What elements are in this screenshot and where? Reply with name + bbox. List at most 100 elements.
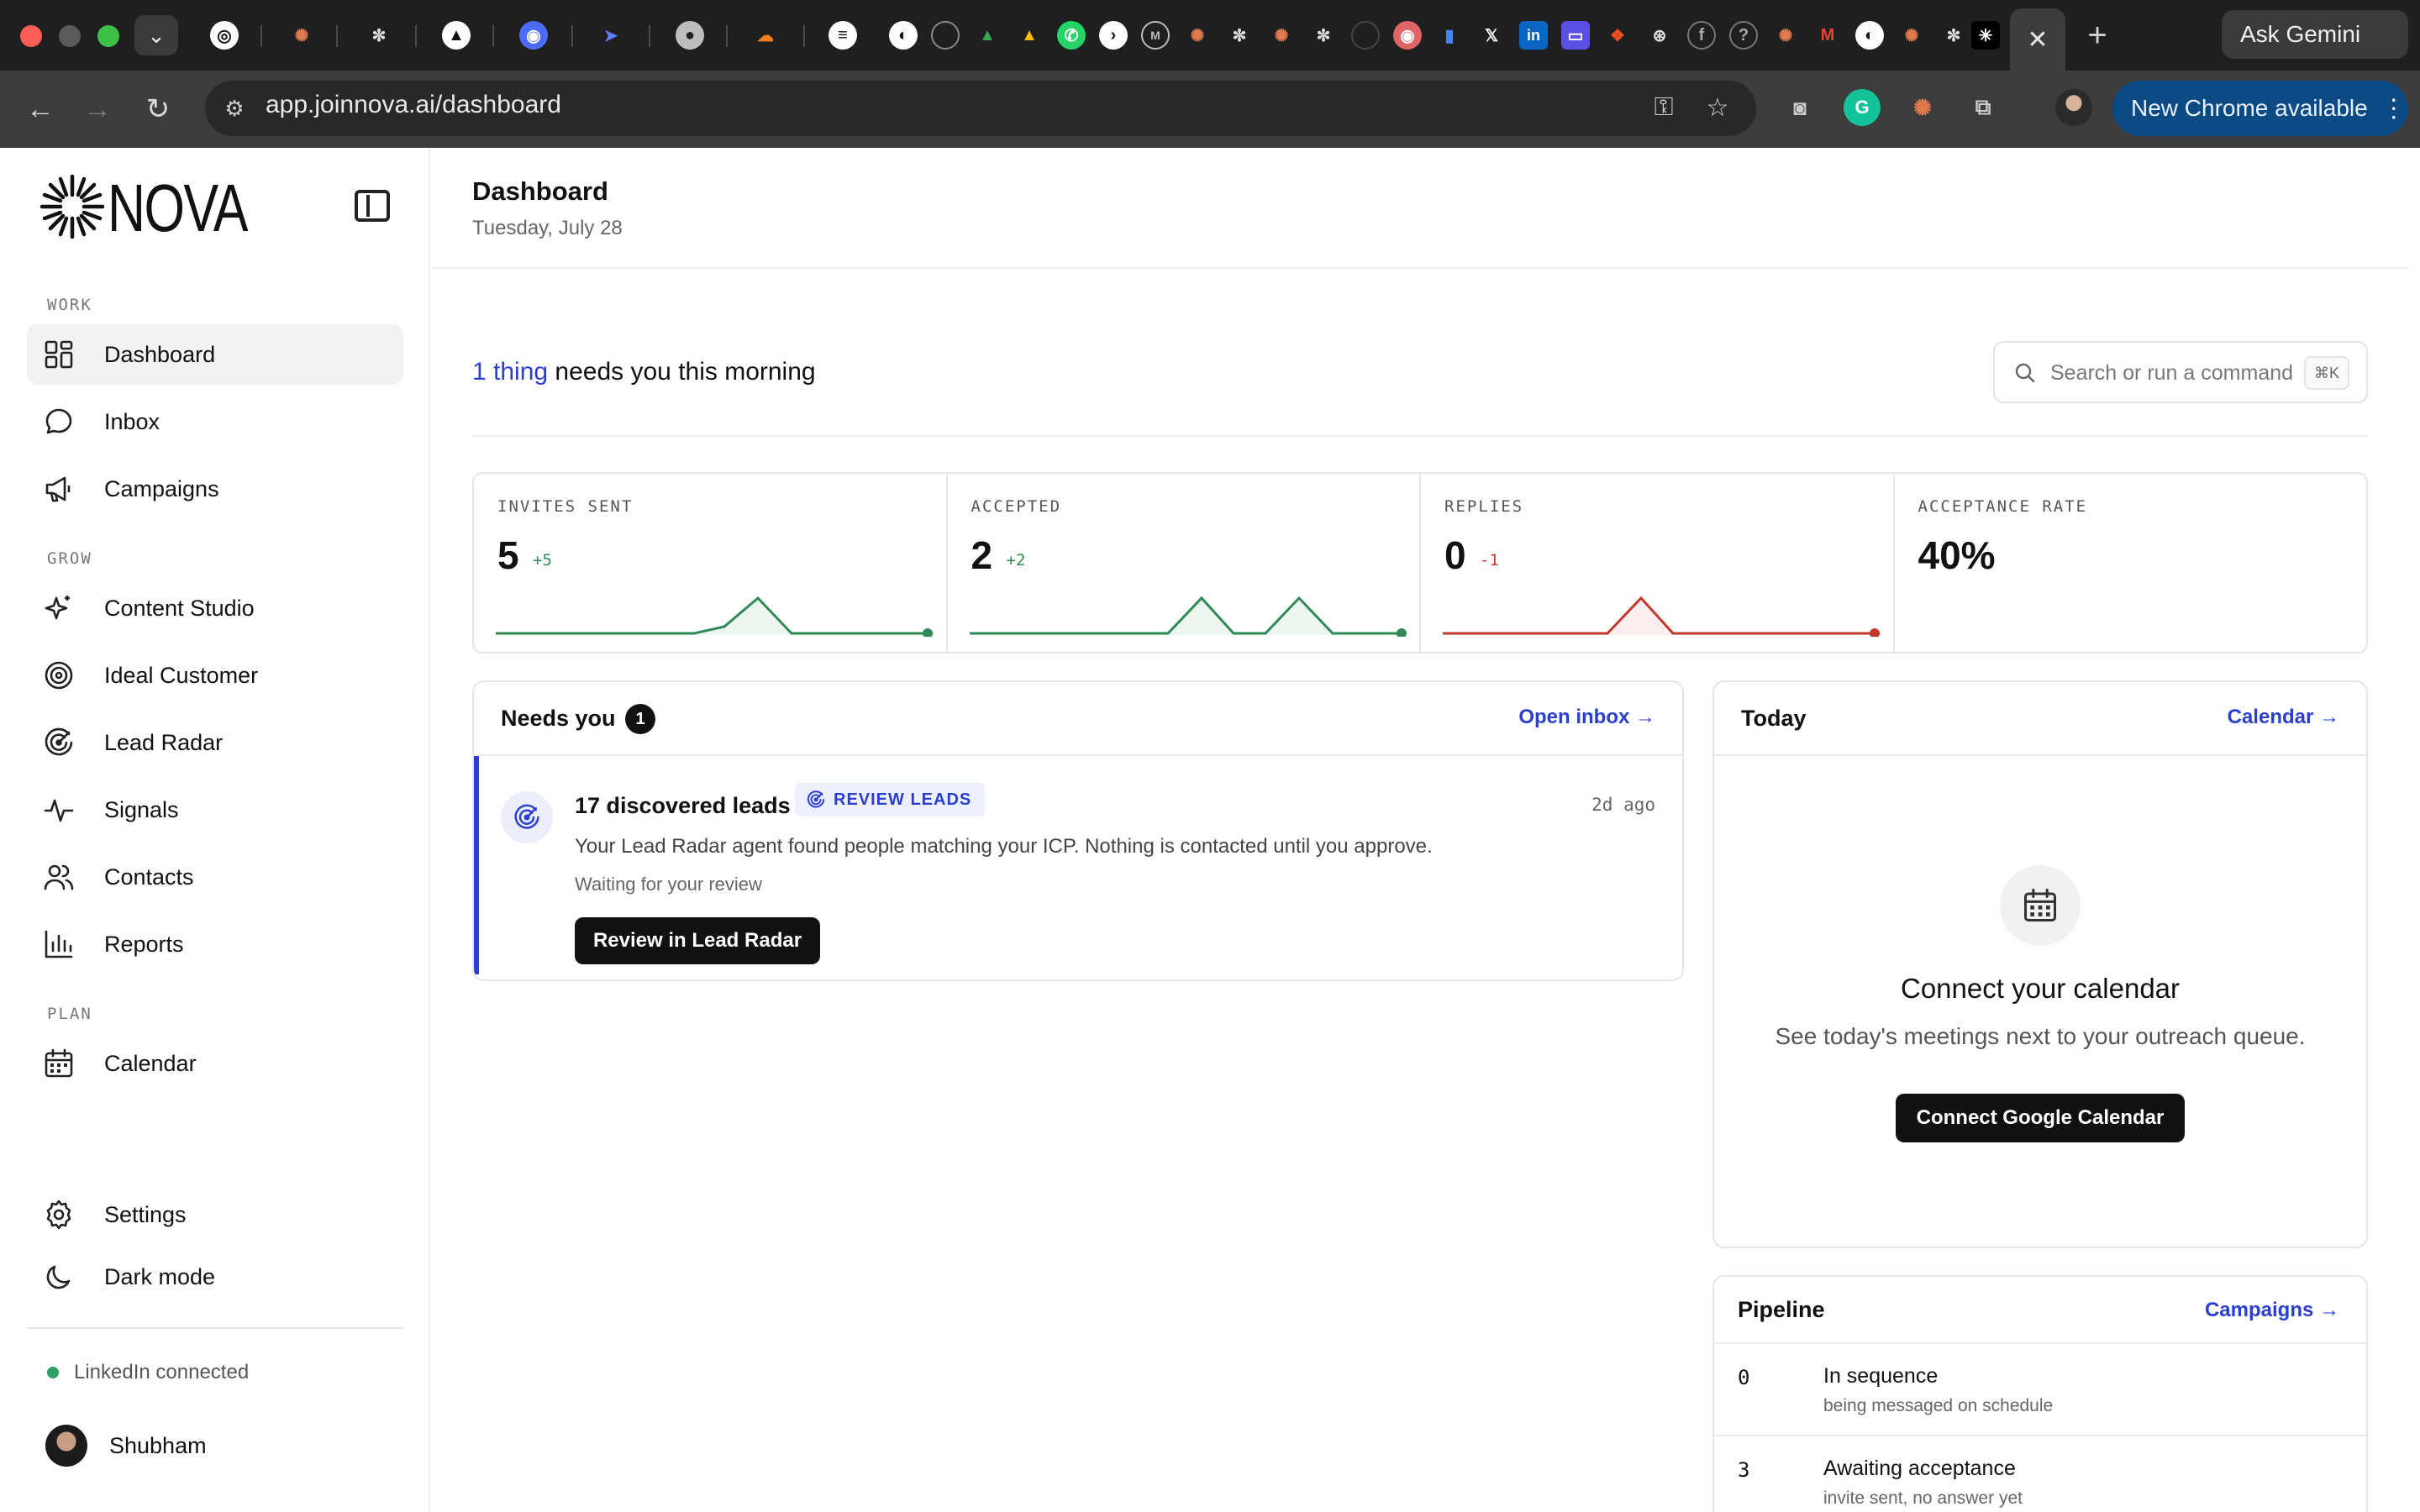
tab-favicon-triangle[interactable]: ▲ [442, 21, 471, 50]
reload-icon[interactable]: ↻ [136, 87, 180, 131]
stat-invites-sent: INVITES SENT 5 +5 [474, 474, 948, 652]
claude-extension-icon[interactable]: ✺ [1904, 89, 1941, 126]
open-inbox-link[interactable]: Open inbox → [1518, 706, 1655, 729]
section-label-work: WORK [47, 296, 92, 314]
stat-label: ACCEPTANCE RATE [1918, 497, 2088, 516]
ask-gemini-button[interactable]: ✦ Ask Gemini [2222, 10, 2408, 146]
table-row[interactable]: 3 Awaiting acceptance invite sent, no an… [1714, 1436, 2366, 1512]
pipeline-count: 3 [1738, 1458, 1750, 1482]
stat-delta: -1 [1480, 551, 1499, 570]
sidebar-item-contacts[interactable]: Contacts [27, 847, 403, 907]
profile-avatar[interactable] [2055, 89, 2092, 126]
active-tab-close-icon[interactable]: ✕ [2010, 8, 2065, 71]
sidebar-item-label: Lead Radar [104, 729, 224, 755]
review-in-lead-radar-button[interactable]: Review in Lead Radar [575, 917, 820, 964]
card-header: Pipeline Campaigns → [1714, 1277, 2366, 1344]
table-row[interactable]: 0 In sequence being messaged on schedule [1714, 1344, 2366, 1436]
tab-favicon-app[interactable]: ◉ [519, 21, 548, 50]
tab-favicon-claude-3[interactable]: ✺ [1267, 21, 1296, 50]
extensions-puzzle-icon[interactable]: ⧉ [1965, 89, 2002, 126]
tab-favicon-circle[interactable]: f [1687, 21, 1716, 50]
stat-label: ACCEPTED [971, 497, 1062, 516]
forward-arrow-icon[interactable]: → [76, 87, 119, 131]
tab-favicon-analytics[interactable]: ▮ [1435, 21, 1464, 50]
url-text[interactable]: app.joinnova.ai/dashboard [266, 91, 561, 119]
tab-favicon-medium[interactable]: M [1141, 21, 1170, 50]
tab-search-button[interactable]: ⌄ [134, 15, 178, 55]
close-window-button[interactable] [20, 25, 42, 47]
sidebar-item-ideal-customer[interactable]: Ideal Customer [27, 645, 403, 706]
tab-favicon-question[interactable]: ? [1729, 21, 1758, 50]
grammarly-extension-icon[interactable]: G [1844, 89, 1881, 126]
tab-favicon-gmail[interactable]: M [1813, 21, 1842, 50]
kebab-menu-icon: ⋮ [2381, 94, 2407, 123]
sidebar-item-lead-radar[interactable]: Lead Radar [27, 712, 403, 773]
connect-google-calendar-button[interactable]: Connect Google Calendar [1896, 1094, 2185, 1142]
tab-favicon-red[interactable]: ◉ [1393, 21, 1422, 50]
new-chrome-available-button[interactable]: New Chrome available ⋮ [2112, 81, 2408, 136]
tab-favicon-perplexity-3[interactable]: ✼ [1309, 21, 1338, 50]
tab-favicon-send[interactable]: ➤ [597, 21, 625, 50]
new-chrome-label: New Chrome available [2131, 95, 2368, 121]
sidebar-item-campaigns[interactable]: Campaigns [27, 459, 403, 519]
tab-favicon-openai[interactable]: ◎ [210, 21, 239, 50]
campaigns-link[interactable]: Campaigns → [2205, 1299, 2339, 1322]
command-search-input[interactable]: Search or run a command ⌘K [1993, 341, 2368, 403]
tab-favicon-drive-2[interactable]: ▲ [1015, 21, 1044, 50]
maximize-window-button[interactable] [97, 25, 119, 47]
sidebar-item-label: Settings [104, 1201, 187, 1227]
tab-favicon-claude-2[interactable]: ✺ [1183, 21, 1212, 50]
password-key-icon[interactable]: ⚿ [1647, 91, 1681, 124]
list-item[interactable]: 17 discovered leads REVIEW LEADS 2d ago … [474, 756, 1682, 974]
tab-favicon-disc[interactable]: ≡ [829, 21, 857, 50]
tab-favicon-grey[interactable]: ● [676, 21, 704, 50]
sidebar-item-dashboard[interactable]: Dashboard [27, 324, 403, 385]
tab-favicon-linkedin[interactable]: in [1519, 21, 1548, 50]
tab-favicon-perplexity-4[interactable]: ✼ [1939, 21, 1968, 50]
sidebar-item-label: Dark mode [104, 1263, 216, 1289]
needs-you-card: Needs you 1 Open inbox → 17 discovered l… [472, 680, 1684, 981]
tab-favicon-openai-2[interactable]: ⊛ [1645, 21, 1674, 50]
sidebar-item-content-studio[interactable]: Content Studio [27, 578, 403, 638]
tab-favicon-figma[interactable]: ❖ [1603, 21, 1632, 50]
calendar-link[interactable]: Calendar → [2228, 706, 2339, 729]
stat-label: REPLIES [1444, 497, 1524, 516]
camera-extension-icon[interactable]: ◙ [1781, 89, 1818, 126]
tab-favicon-github-2[interactable]: ◐ [1855, 21, 1884, 50]
tab-favicon-cloudflare[interactable]: ☁ [751, 21, 780, 50]
tab-favicon-dark[interactable] [1351, 21, 1380, 50]
collapse-sidebar-icon[interactable] [355, 190, 390, 222]
new-tab-button[interactable]: + [2079, 15, 2116, 55]
tab-favicon-claude-4[interactable]: ✺ [1771, 21, 1800, 50]
sidebar-item-inbox[interactable]: Inbox [27, 391, 403, 452]
sidebar-divider [27, 1327, 403, 1329]
stat-replies: REPLIES 0 -1 [1421, 474, 1895, 652]
tab-favicon-claude[interactable]: ✺ [287, 21, 316, 50]
site-info-icon[interactable]: ⚙ [220, 94, 249, 123]
tab-favicon-purple[interactable]: ▭ [1561, 21, 1590, 50]
tab-favicon-drive[interactable]: ▲ [973, 21, 1002, 50]
nova-logo-text: NOVA [108, 171, 249, 245]
headline-highlight[interactable]: 1 thing [472, 358, 548, 386]
sidebar-item-reports[interactable]: Reports [27, 914, 403, 974]
moon-icon [46, 1265, 71, 1289]
sidebar-item-signals[interactable]: Signals [27, 780, 403, 840]
sidebar-item-dark-mode[interactable]: Dark mode [27, 1247, 403, 1307]
back-arrow-icon[interactable]: ← [18, 87, 62, 131]
card-title: Today [1741, 706, 1807, 731]
sidebar-item-calendar[interactable]: Calendar [27, 1033, 403, 1094]
tab-favicon-arrow[interactable]: › [1099, 21, 1128, 50]
minimize-window-button[interactable] [59, 25, 81, 47]
tab-favicon-loading[interactable] [931, 21, 960, 50]
tab-favicon-nova[interactable]: ✳ [1971, 21, 2000, 50]
tab-favicon-perplexity[interactable]: ✼ [365, 21, 393, 50]
sidebar-item-settings[interactable]: Settings [27, 1184, 403, 1245]
user-menu[interactable]: Shubham [45, 1425, 207, 1467]
tab-favicon-claude-5[interactable]: ✺ [1897, 21, 1926, 50]
tab-favicon-x[interactable]: 𝕏 [1477, 21, 1506, 50]
tab-favicon-github[interactable]: ◐ [889, 21, 918, 50]
tab-favicon-perplexity-2[interactable]: ✼ [1225, 21, 1254, 50]
empty-state-title: Connect your calendar [1900, 973, 2181, 1004]
bookmark-star-icon[interactable]: ☆ [1701, 91, 1734, 124]
tab-favicon-whatsapp[interactable]: ✆ [1057, 21, 1086, 50]
